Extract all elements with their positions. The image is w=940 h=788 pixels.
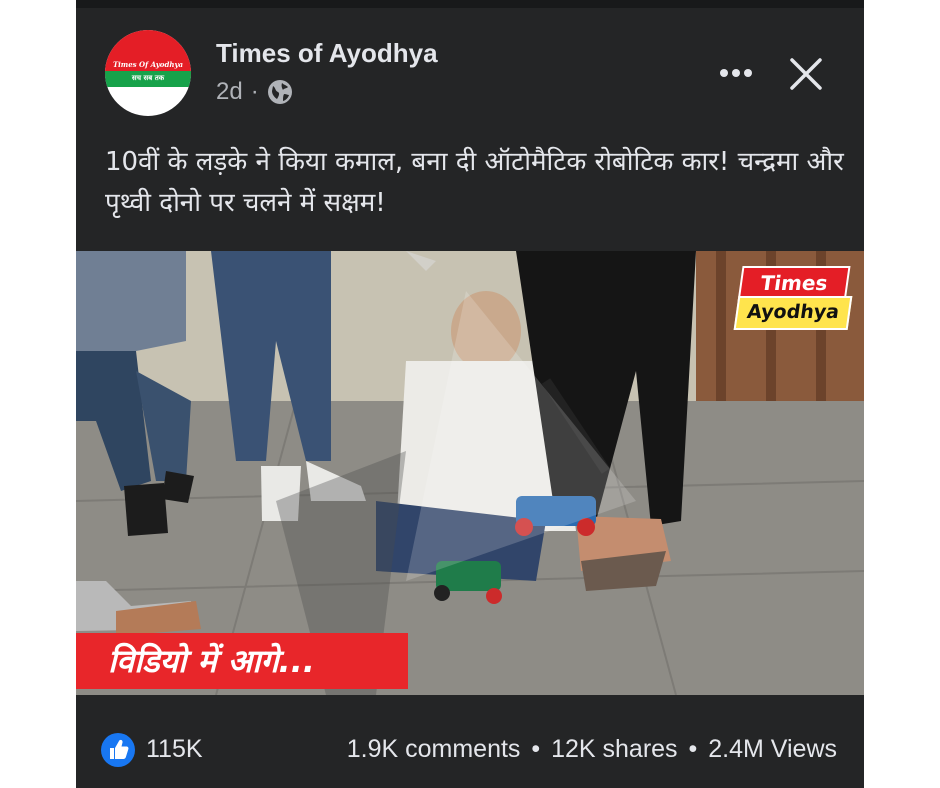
page-name[interactable]: Times of Ayodhya bbox=[216, 38, 438, 69]
like-icon[interactable] bbox=[100, 732, 136, 768]
post-timestamp[interactable]: 2d bbox=[216, 78, 243, 106]
times-ayodhya-logo: Times Ayodhya bbox=[733, 266, 853, 332]
video-banner: विडियो में आगे... bbox=[76, 633, 408, 689]
post-card: Times Of Ayodhya सच सब तक Times of Ayodh… bbox=[76, 0, 864, 788]
avatar-logo-text-top: Times Of Ayodhya bbox=[112, 60, 184, 69]
shares-count[interactable]: 12K shares bbox=[551, 735, 677, 763]
like-count[interactable]: 115K bbox=[146, 735, 203, 764]
stats-separator: • bbox=[531, 735, 541, 763]
avatar-logo-text-bottom: सच सब तक bbox=[131, 74, 165, 82]
post-stats-right: 1.9K comments • 12K shares • 2.4M Views bbox=[347, 735, 837, 764]
video-player[interactable]: Times Ayodhya विडियो में आगे... bbox=[76, 251, 864, 695]
close-icon[interactable] bbox=[788, 56, 824, 92]
comments-count[interactable]: 1.9K comments bbox=[347, 735, 521, 763]
logo-text-ayodhya: Ayodhya bbox=[733, 296, 853, 330]
globe-icon bbox=[267, 80, 292, 104]
more-options-icon[interactable] bbox=[716, 58, 756, 88]
stats-separator: • bbox=[688, 735, 698, 763]
top-divider bbox=[76, 0, 864, 8]
views-count: 2.4M Views bbox=[708, 735, 837, 763]
engagement-bar: 115K 1.9K comments • 12K shares • 2.4M V… bbox=[76, 728, 864, 772]
page-avatar[interactable]: Times Of Ayodhya सच सब तक bbox=[105, 30, 191, 116]
post-meta: 2d · bbox=[216, 78, 293, 106]
meta-dot: · bbox=[250, 78, 259, 105]
post-caption: 10वीं के लड़के ने किया कमाल, बना दी ऑटोम… bbox=[105, 147, 844, 218]
